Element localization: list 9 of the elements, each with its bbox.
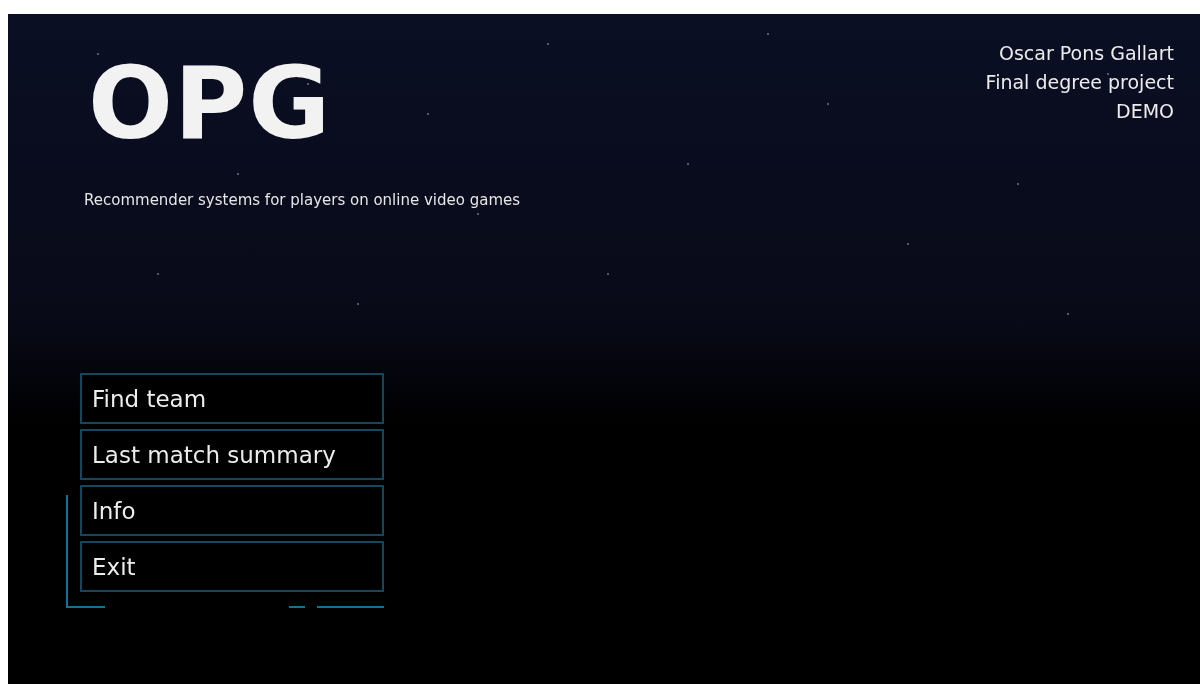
menu-button[interactable]: Exit — [80, 541, 384, 592]
menu-button[interactable]: Info — [80, 485, 384, 536]
menu-button[interactable]: Last match summary — [80, 429, 384, 480]
app-subtitle: Recommender systems for players on online video games — [84, 191, 521, 209]
credit-line: Oscar Pons Gallart — [999, 41, 1174, 66]
credit-line: DEMO — [1116, 99, 1174, 124]
app-logo: OPG — [88, 54, 333, 154]
menu-button[interactable]: Find team — [80, 373, 384, 424]
credit-line: Final degree project — [985, 70, 1174, 95]
